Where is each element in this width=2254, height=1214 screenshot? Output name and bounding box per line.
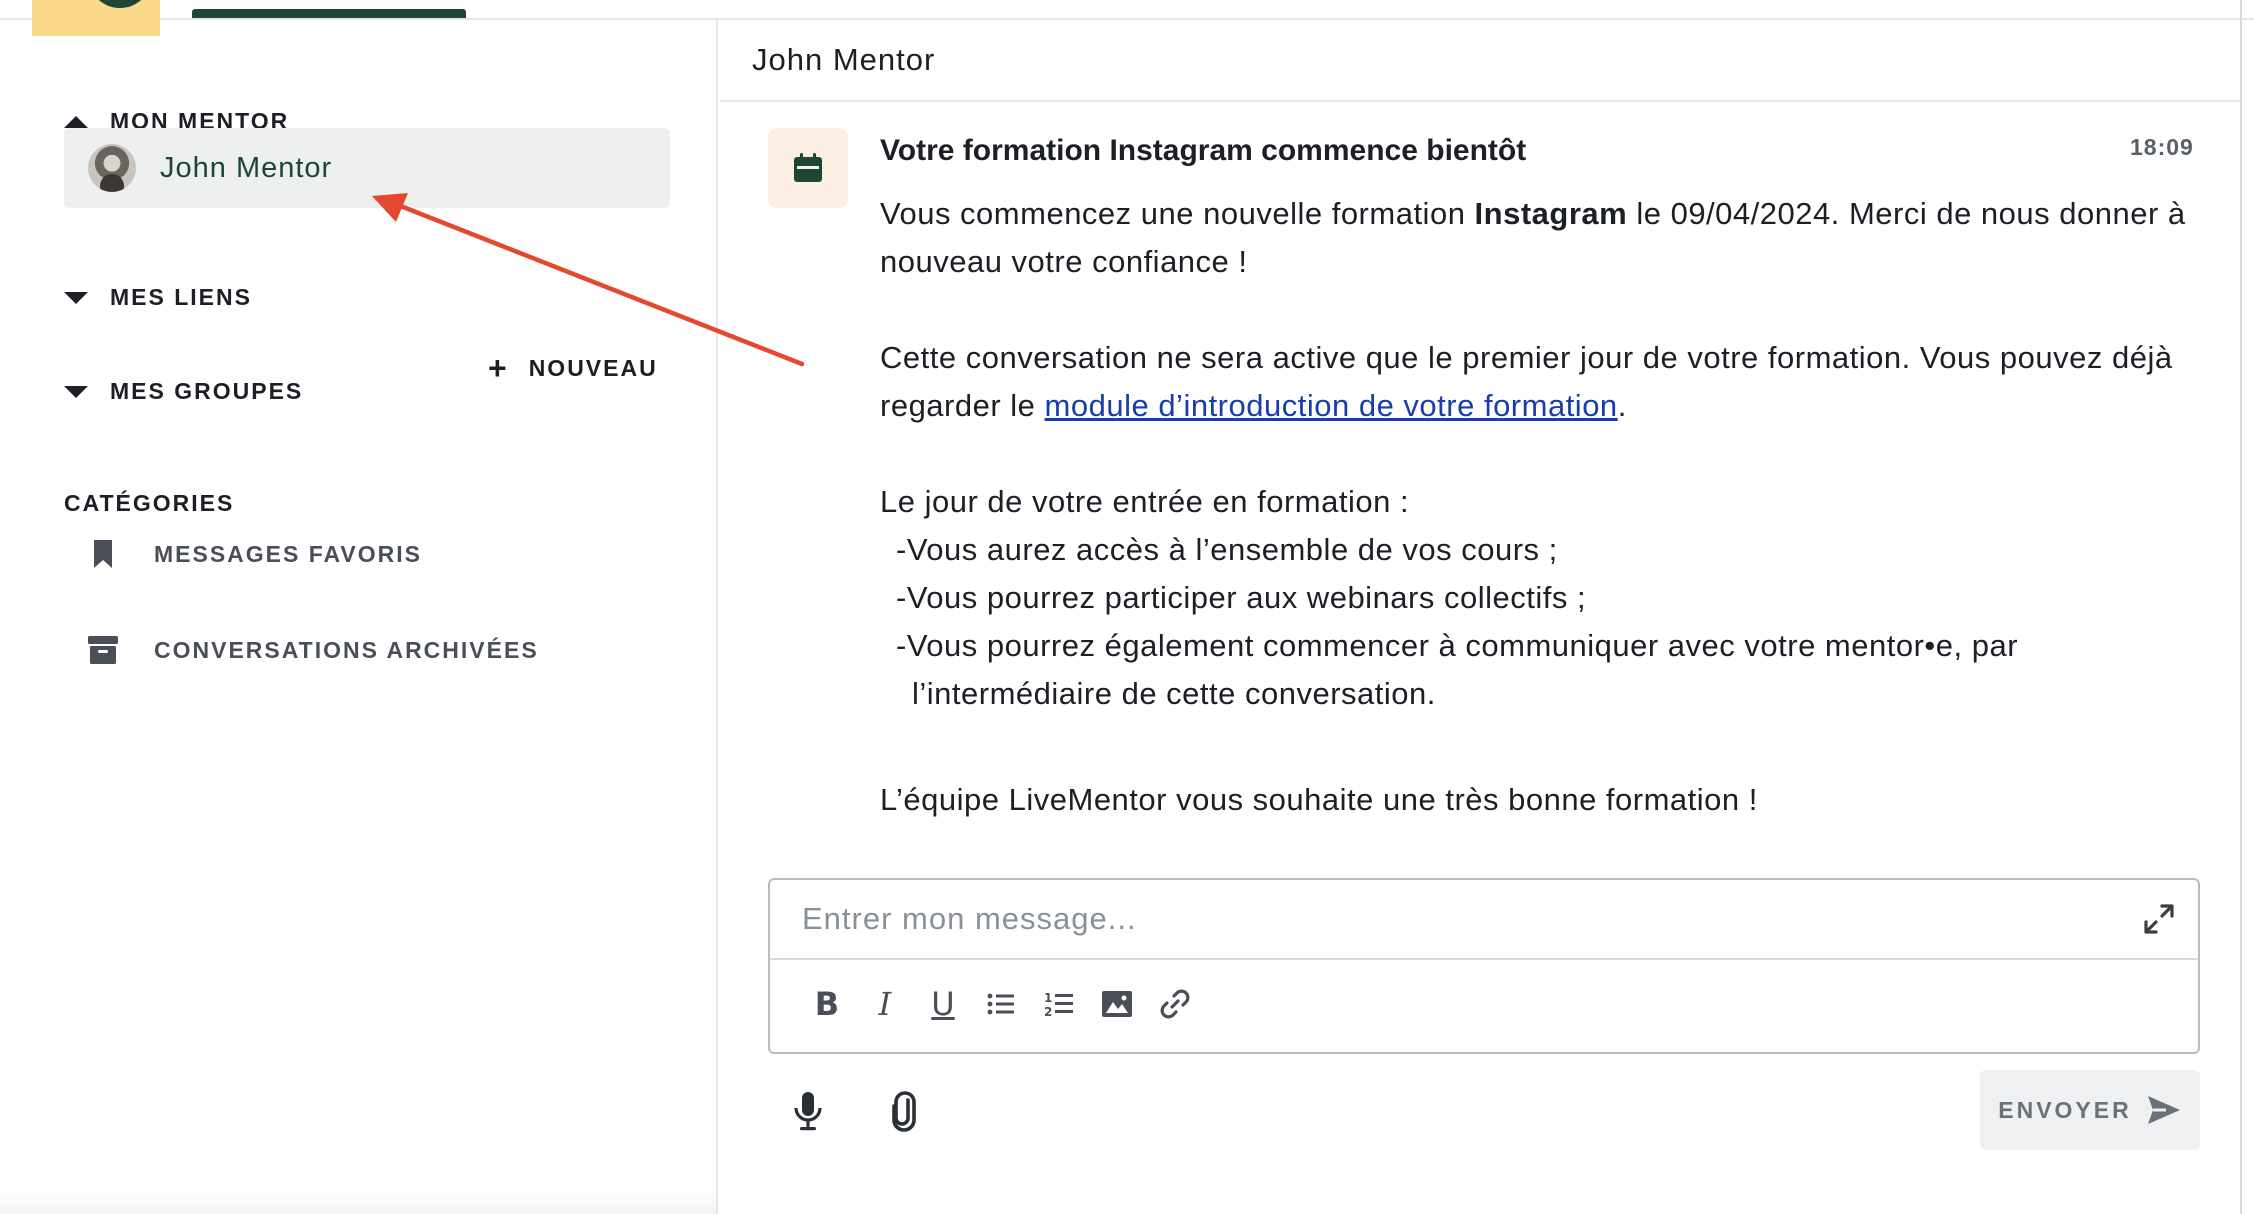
window-edge-divider <box>2240 0 2242 1214</box>
image-icon[interactable] <box>1100 984 1134 1024</box>
message-list-item: -Vous aurez accès à l’ensemble de vos co… <box>896 532 1558 567</box>
expand-icon[interactable] <box>2142 902 2176 936</box>
message-composer: B I U 12 <box>768 878 2200 1054</box>
conversation-title: John Mentor <box>752 42 936 77</box>
link-icon[interactable] <box>1158 984 1192 1024</box>
message-input[interactable] <box>770 880 2198 960</box>
active-tab-indicator <box>192 9 466 18</box>
text-bold-segment: Instagram <box>1474 196 1628 231</box>
section-title: MES GROUPES <box>110 378 304 404</box>
sidebar-item-john-mentor[interactable]: John Mentor <box>64 128 670 208</box>
mentor-name: John Mentor <box>160 151 333 184</box>
message-paragraph-2: Cette conversation ne sera active que le… <box>880 334 2200 430</box>
svg-text:1: 1 <box>1044 991 1052 1005</box>
message-title: Votre formation Instagram commence bient… <box>880 134 1527 167</box>
message-paragraph-1: Vous commencez une nouvelle formation In… <box>880 190 2200 286</box>
paperclip-icon[interactable] <box>886 1090 922 1132</box>
caret-down-icon <box>64 385 88 398</box>
categories-heading: CATÉGORIES <box>64 490 235 516</box>
intro-module-link[interactable]: module d’introduction de votre formation <box>1045 388 1618 423</box>
formatting-toolbar: B I U 12 <box>810 984 1192 1024</box>
section-title: MES LIENS <box>110 284 252 310</box>
message-list-item: -Vous pourrez participer aux webinars co… <box>896 580 1587 615</box>
message-timestamp: 18:09 <box>2130 134 2194 160</box>
message-list-item: -Vous pourrez également commencer à comm… <box>896 628 2019 663</box>
caret-up-icon <box>64 115 88 128</box>
conversation-header: John Mentor <box>720 20 2240 102</box>
bullet-list-icon[interactable] <box>984 984 1018 1024</box>
logo-mark-icon <box>88 0 152 8</box>
svg-text:2: 2 <box>1044 1005 1052 1018</box>
bold-glyph: B <box>814 985 840 1023</box>
caret-down-icon <box>64 291 88 304</box>
sidebar-bottom-shadow <box>0 1190 718 1214</box>
section-toggle-mes-liens[interactable]: MES LIENS <box>64 284 252 311</box>
category-label: MESSAGES FAVORIS <box>154 540 423 567</box>
section-toggle-mes-groupes[interactable]: MES GROUPES <box>64 378 303 405</box>
italic-glyph: I <box>878 985 892 1023</box>
text-segment: . <box>1617 388 1627 423</box>
avatar <box>88 144 136 192</box>
new-group-label: NOUVEAU <box>528 354 658 381</box>
send-icon <box>2147 1096 2180 1124</box>
message-signature: L’équipe LiveMentor vous souhaite une tr… <box>880 782 1758 817</box>
text-segment: Vous commencez une nouvelle formation <box>880 196 1475 231</box>
message-paragraph-3-intro: Le jour de votre entrée en formation : <box>880 484 1410 519</box>
bold-icon[interactable]: B <box>810 984 844 1024</box>
message-list-item-continuation: l’intermédiaire de cette conversation. <box>912 676 1436 711</box>
calendar-icon <box>794 153 822 182</box>
archive-box-icon <box>88 634 118 666</box>
italic-icon[interactable]: I <box>868 984 902 1024</box>
send-button[interactable]: ENVOYER <box>1980 1070 2200 1150</box>
logo[interactable] <box>32 0 160 36</box>
underline-glyph: U <box>931 985 955 1023</box>
new-group-button[interactable]: + NOUVEAU <box>488 352 658 384</box>
category-label: CONVERSATIONS ARCHIVÉES <box>154 636 539 663</box>
message-avatar <box>768 128 848 208</box>
message-body: Vous commencez une nouvelle formation In… <box>880 190 2200 824</box>
category-favorite-messages[interactable]: MESSAGES FAVORIS <box>88 538 422 570</box>
underline-icon[interactable]: U <box>926 984 960 1024</box>
microphone-icon[interactable] <box>790 1090 826 1132</box>
plus-icon: + <box>488 350 509 386</box>
send-label: ENVOYER <box>1998 1096 2132 1123</box>
category-archived-conversations[interactable]: CONVERSATIONS ARCHIVÉES <box>88 634 539 666</box>
bookmark-icon <box>88 538 118 570</box>
numbered-list-icon[interactable]: 12 <box>1042 984 1076 1024</box>
